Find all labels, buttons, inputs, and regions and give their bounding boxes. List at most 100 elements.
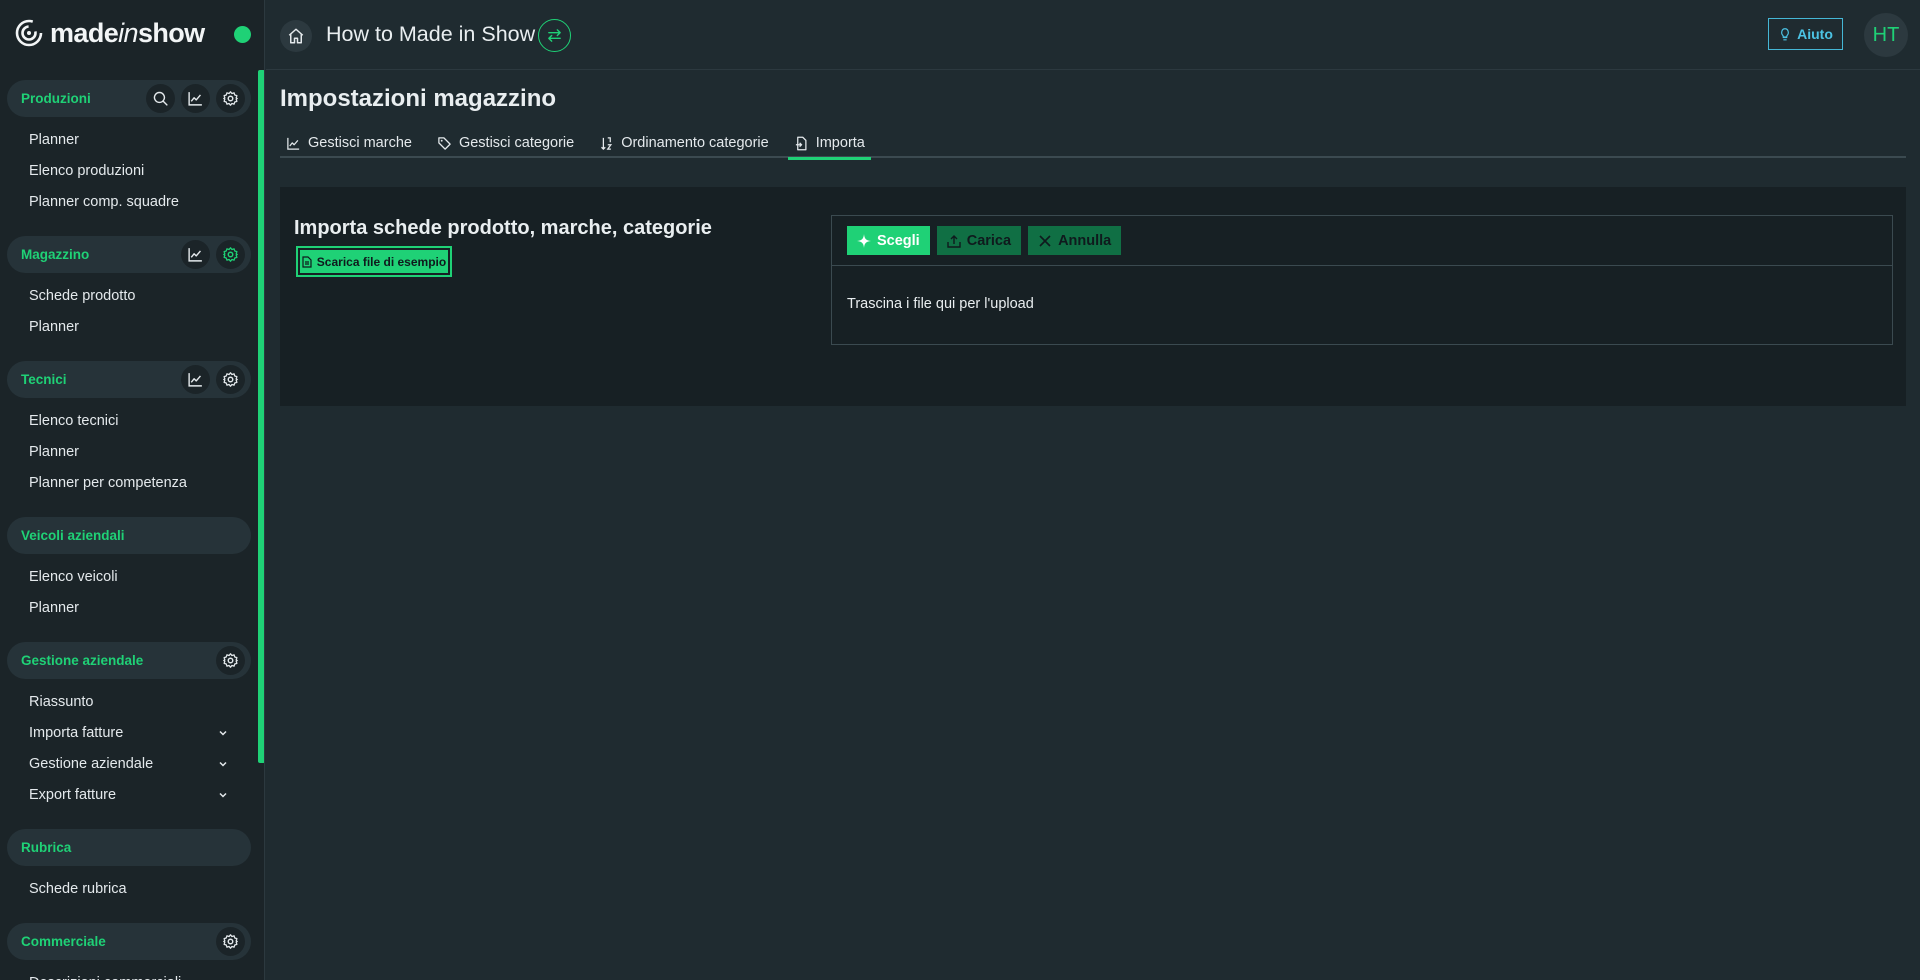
- sidebar-item-elenco-veicoli[interactable]: Elenco veicoli: [0, 561, 258, 592]
- search-icon: [153, 91, 168, 106]
- cancel-button[interactable]: Annulla: [1028, 226, 1122, 255]
- chevron-down-icon: [219, 761, 227, 767]
- sidebar-item-label: Planner per competenza: [29, 474, 187, 491]
- nav-items: Riassunto Importa fatture Gestione azienda…: [0, 679, 258, 819]
- sidebar: madeinshow Produzioni Planner Elenco produ…: [0, 0, 265, 980]
- nav-section-tools: [216, 927, 245, 956]
- logo-icon: [15, 19, 43, 47]
- sidebar-item-label: Gestione aziendale: [29, 755, 154, 772]
- file-icon: [302, 255, 312, 268]
- sidebar-item-label: Planner comp. squadre: [29, 193, 179, 210]
- sidebar-item-label: Schede rubrica: [29, 880, 127, 897]
- chart-icon: [188, 373, 202, 387]
- sidebar-item-label: Descrizioni commerciali: [29, 975, 228, 980]
- sidebar-item-label: Planner: [29, 599, 79, 616]
- choose-label: Scegli: [877, 232, 920, 249]
- gear-button[interactable]: [216, 84, 245, 113]
- nav-section-tools: [181, 240, 245, 269]
- download-sample-button[interactable]: Scarica file di esempio: [296, 246, 452, 277]
- nav-section-label: Veicoli aziendali: [21, 528, 125, 543]
- nav-section-header[interactable]: Rubrica: [7, 829, 251, 866]
- sidebar-item-schede-prodotto[interactable]: Schede prodotto: [0, 280, 258, 311]
- nav-section-header[interactable]: Tecnici: [7, 361, 251, 398]
- sidebar-item-importa-fatture[interactable]: Importa fatture: [0, 717, 258, 748]
- topbar: How to Made in Show Aiuto HT: [266, 0, 1920, 70]
- nav-section-tools: [146, 84, 245, 113]
- chart-button[interactable]: [181, 240, 210, 269]
- search-button[interactable]: [146, 84, 175, 113]
- help-button[interactable]: Aiuto: [1768, 18, 1843, 50]
- gear-icon: [223, 91, 238, 106]
- brand-logo[interactable]: madeinshow: [14, 16, 205, 50]
- sidebar-item-label: Planner: [29, 131, 79, 148]
- sidebar-nav: Produzioni Planner Elenco produzioni Planne…: [0, 70, 258, 980]
- gear-button[interactable]: [216, 927, 245, 956]
- gear-button[interactable]: [216, 365, 245, 394]
- sidebar-item-elenco-tecnici[interactable]: Elenco tecnici: [0, 405, 258, 436]
- switch-account-button[interactable]: [538, 19, 571, 52]
- nav-items: Elenco veicoli Planner: [0, 554, 258, 632]
- tab-ordinamento-categorie[interactable]: Ordinamento categorie: [593, 128, 775, 158]
- sidebar-item-planner[interactable]: Planner: [0, 124, 258, 155]
- download-sample-label: Scarica file di esempio: [316, 254, 447, 269]
- nav-section-label: Tecnici: [21, 372, 67, 387]
- drop-zone[interactable]: Trascina i file qui per l'upload: [832, 266, 1892, 342]
- sidebar-item-elenco-produzioni[interactable]: Elenco produzioni: [0, 155, 258, 186]
- file-uploader[interactable]: Scegli Carica Annulla Trascina i file qu…: [831, 215, 1893, 345]
- sidebar-item-planner[interactable]: Planner: [0, 592, 258, 623]
- sidebar-item-label: Riassunto: [29, 693, 94, 710]
- tab-label: Gestisci categorie: [458, 135, 575, 151]
- nav-section-header[interactable]: Gestione aziendale: [7, 642, 251, 679]
- gear-button[interactable]: [216, 240, 245, 269]
- nav-section-veicoli-aziendali: Veicoli aziendali Elenco veicoli Planner: [0, 507, 258, 632]
- sidebar-item-label: Importa fatture: [29, 724, 124, 741]
- nav-section-header[interactable]: Veicoli aziendali: [7, 517, 251, 554]
- sidebar-item-planner[interactable]: Planner: [0, 311, 258, 342]
- nav-section-label: Gestione aziendale: [21, 653, 144, 668]
- nav-items: Elenco tecnici Planner Planner per compete…: [0, 398, 258, 507]
- file-import-icon: [795, 136, 807, 150]
- nav-section-label: Produzioni: [21, 91, 91, 106]
- nav-section-header[interactable]: Produzioni: [7, 80, 251, 117]
- nav-items: Schede prodotto Planner: [0, 273, 258, 351]
- gear-button[interactable]: [216, 646, 245, 675]
- app-title: How to Made in Show: [326, 22, 536, 46]
- drop-hint: Trascina i file qui per l'upload: [847, 296, 1034, 312]
- nav-section-tools: [181, 365, 245, 394]
- tab-importa[interactable]: Importa: [787, 128, 872, 160]
- cancel-label: Annulla: [1058, 232, 1112, 249]
- sidebar-item-label: Schede prodotto: [29, 287, 136, 304]
- sidebar-item-planner-comp-squadre[interactable]: Planner comp. squadre: [0, 186, 258, 217]
- sidebar-scrollbar[interactable]: [258, 70, 264, 763]
- tab-gestisci-marche[interactable]: Gestisci marche: [280, 128, 418, 158]
- sidebar-item-gestione-aziendale[interactable]: Gestione aziendale: [0, 748, 258, 779]
- close-icon: [1039, 234, 1051, 247]
- gear-icon: [223, 653, 238, 668]
- chart-button[interactable]: [181, 365, 210, 394]
- sidebar-item-riassunto[interactable]: Riassunto: [0, 686, 258, 717]
- choose-button[interactable]: Scegli: [847, 226, 930, 255]
- chart-button[interactable]: [181, 84, 210, 113]
- nav-section-tecnici: Tecnici Elenco tecnici Planner Planner per …: [0, 351, 258, 507]
- nav-section-header[interactable]: Commerciale: [7, 923, 251, 960]
- chart-icon: [287, 137, 300, 150]
- tab-label: Importa: [815, 135, 865, 151]
- plus-icon: [857, 233, 871, 248]
- tab-gestisci-categorie[interactable]: Gestisci categorie: [431, 128, 580, 158]
- uploader-toolbar: Scegli Carica Annulla: [832, 216, 1892, 266]
- avatar[interactable]: HT: [1864, 13, 1908, 57]
- sidebar-item-schede-rubrica[interactable]: Schede rubrica: [0, 873, 258, 904]
- settings-tabs: Gestisci marche Gestisci categorie Ordinam…: [280, 128, 1906, 160]
- nav-section-header[interactable]: Magazzino: [7, 236, 251, 273]
- home-button[interactable]: [280, 20, 312, 52]
- brand-name: madeinshow: [50, 17, 205, 48]
- sidebar-item-planner[interactable]: Planner: [0, 436, 258, 467]
- download-sample-button-inner: Scarica file di esempio: [300, 250, 448, 273]
- sidebar-item-planner-per-competenza[interactable]: Planner per competenza: [0, 467, 258, 498]
- upload-label: Carica: [966, 232, 1012, 249]
- gear-icon: [223, 372, 238, 387]
- upload-button[interactable]: Carica: [936, 226, 1022, 255]
- status-indicator: [234, 26, 251, 43]
- sidebar-item-descrizioni-commerciali[interactable]: Descrizioni commerciali: [0, 967, 258, 980]
- sidebar-item-export-fatture[interactable]: Export fatture: [0, 779, 258, 810]
